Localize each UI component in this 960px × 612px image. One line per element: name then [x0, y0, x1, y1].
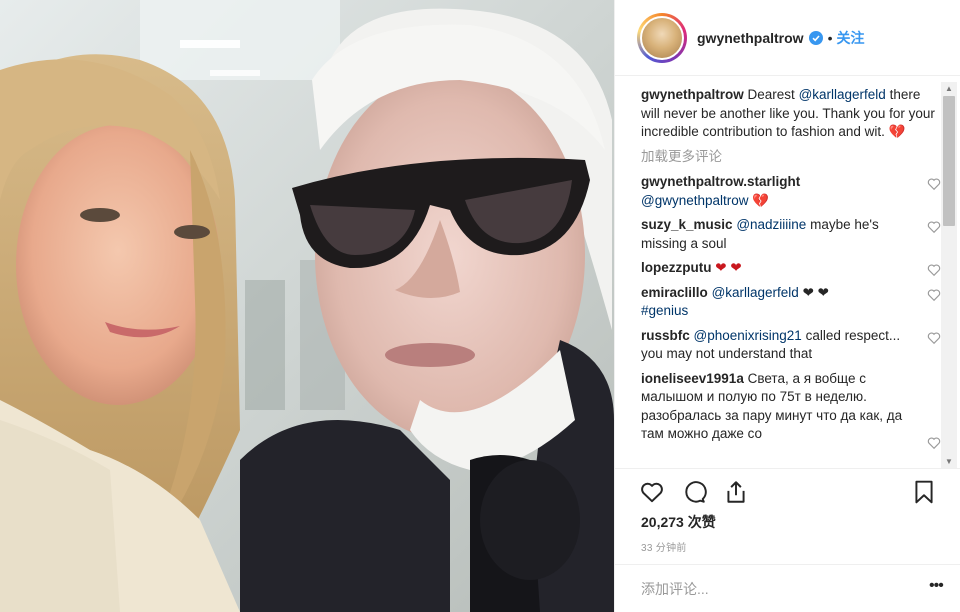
comment-username[interactable]: russbfc: [641, 328, 690, 343]
scroll-up-icon[interactable]: ▲: [945, 84, 953, 93]
comment-mention[interactable]: @karllagerfeld: [712, 285, 799, 300]
comment-emoji: ❤ ❤: [715, 260, 742, 275]
comment-username[interactable]: ioneliseev1991a: [641, 371, 744, 386]
comment-item: suzy_k_music @nadziiiine maybe he's miss…: [641, 216, 941, 253]
more-options-icon[interactable]: •••: [929, 577, 944, 595]
header-separator: •: [827, 29, 833, 46]
heart-icon[interactable]: [639, 479, 665, 505]
post-photo[interactable]: [0, 0, 614, 612]
comment-mention[interactable]: @phoenixrising21: [694, 328, 802, 343]
comment-hashtag[interactable]: #genius: [641, 303, 688, 318]
follow-button[interactable]: 关注: [836, 28, 864, 48]
comment-emoji: 💔: [752, 192, 770, 208]
header-username[interactable]: gwynethpaltrow: [697, 30, 804, 46]
small-heart-icon[interactable]: [927, 436, 941, 450]
post-timestamp[interactable]: 33 分钟前: [641, 539, 687, 554]
selfie-image: [0, 0, 614, 612]
post-actions-bar: [615, 468, 960, 512]
comment-emoji: ❤ ❤: [802, 284, 829, 300]
comment-item: gwynethpaltrow.starlight @gwynethpaltrow…: [641, 173, 941, 210]
share-icon[interactable]: [723, 479, 749, 505]
verified-badge-icon: [808, 30, 823, 45]
comments-scrollbar[interactable]: ▲ ▼: [941, 82, 957, 468]
small-heart-icon[interactable]: [927, 288, 941, 302]
post-caption: gwynethpaltrow Dearest @karllagerfeld th…: [641, 86, 941, 142]
comment-mention[interactable]: @nadziiiine: [736, 217, 806, 232]
scroll-down-icon[interactable]: ▼: [945, 457, 953, 466]
caption-broken-heart-emoji: 💔: [888, 124, 906, 139]
small-heart-icon[interactable]: [927, 177, 941, 191]
add-comment-section: •••: [615, 564, 960, 612]
comment-item: emiraclillo @karllagerfeld ❤ ❤ #genius: [641, 284, 941, 321]
caption-username[interactable]: gwynethpaltrow: [641, 87, 744, 102]
likes-count[interactable]: 20,273 次赞: [641, 512, 716, 532]
small-heart-icon[interactable]: [927, 331, 941, 345]
comment-mention[interactable]: @gwynethpaltrow: [641, 193, 749, 208]
caption-mention[interactable]: @karllagerfeld: [799, 87, 886, 102]
comment-username[interactable]: emiraclillo: [641, 285, 708, 300]
comment-username[interactable]: gwynethpaltrow.starlight: [641, 174, 800, 189]
load-more-comments-button[interactable]: 加载更多评论: [641, 148, 941, 167]
avatar-story-ring[interactable]: [637, 12, 687, 63]
small-heart-icon[interactable]: [927, 263, 941, 277]
comment-icon[interactable]: [681, 479, 707, 505]
small-heart-icon[interactable]: [927, 220, 941, 234]
comment-item: russbfc @phoenixrising21 called respect.…: [641, 327, 941, 364]
avatar[interactable]: [640, 15, 684, 60]
add-comment-input[interactable]: [641, 579, 891, 599]
scroll-thumb[interactable]: [943, 96, 955, 226]
bookmark-icon[interactable]: [911, 479, 937, 505]
caption-text-before: Dearest: [747, 87, 799, 102]
post-header: gwynethpaltrow • 关注: [615, 0, 960, 76]
comment-item: lopezzputu ❤ ❤: [641, 259, 941, 278]
comment-username[interactable]: lopezzputu: [641, 260, 712, 275]
comment-username[interactable]: suzy_k_music: [641, 217, 733, 232]
post-sidebar: gwynethpaltrow • 关注 ▲ ▼ gwynethpaltrow D…: [614, 0, 960, 612]
comments-list: gwynethpaltrow Dearest @karllagerfeld th…: [641, 86, 941, 464]
comment-item: ioneliseev1991a Света, а я вобще с малыш…: [641, 370, 941, 449]
